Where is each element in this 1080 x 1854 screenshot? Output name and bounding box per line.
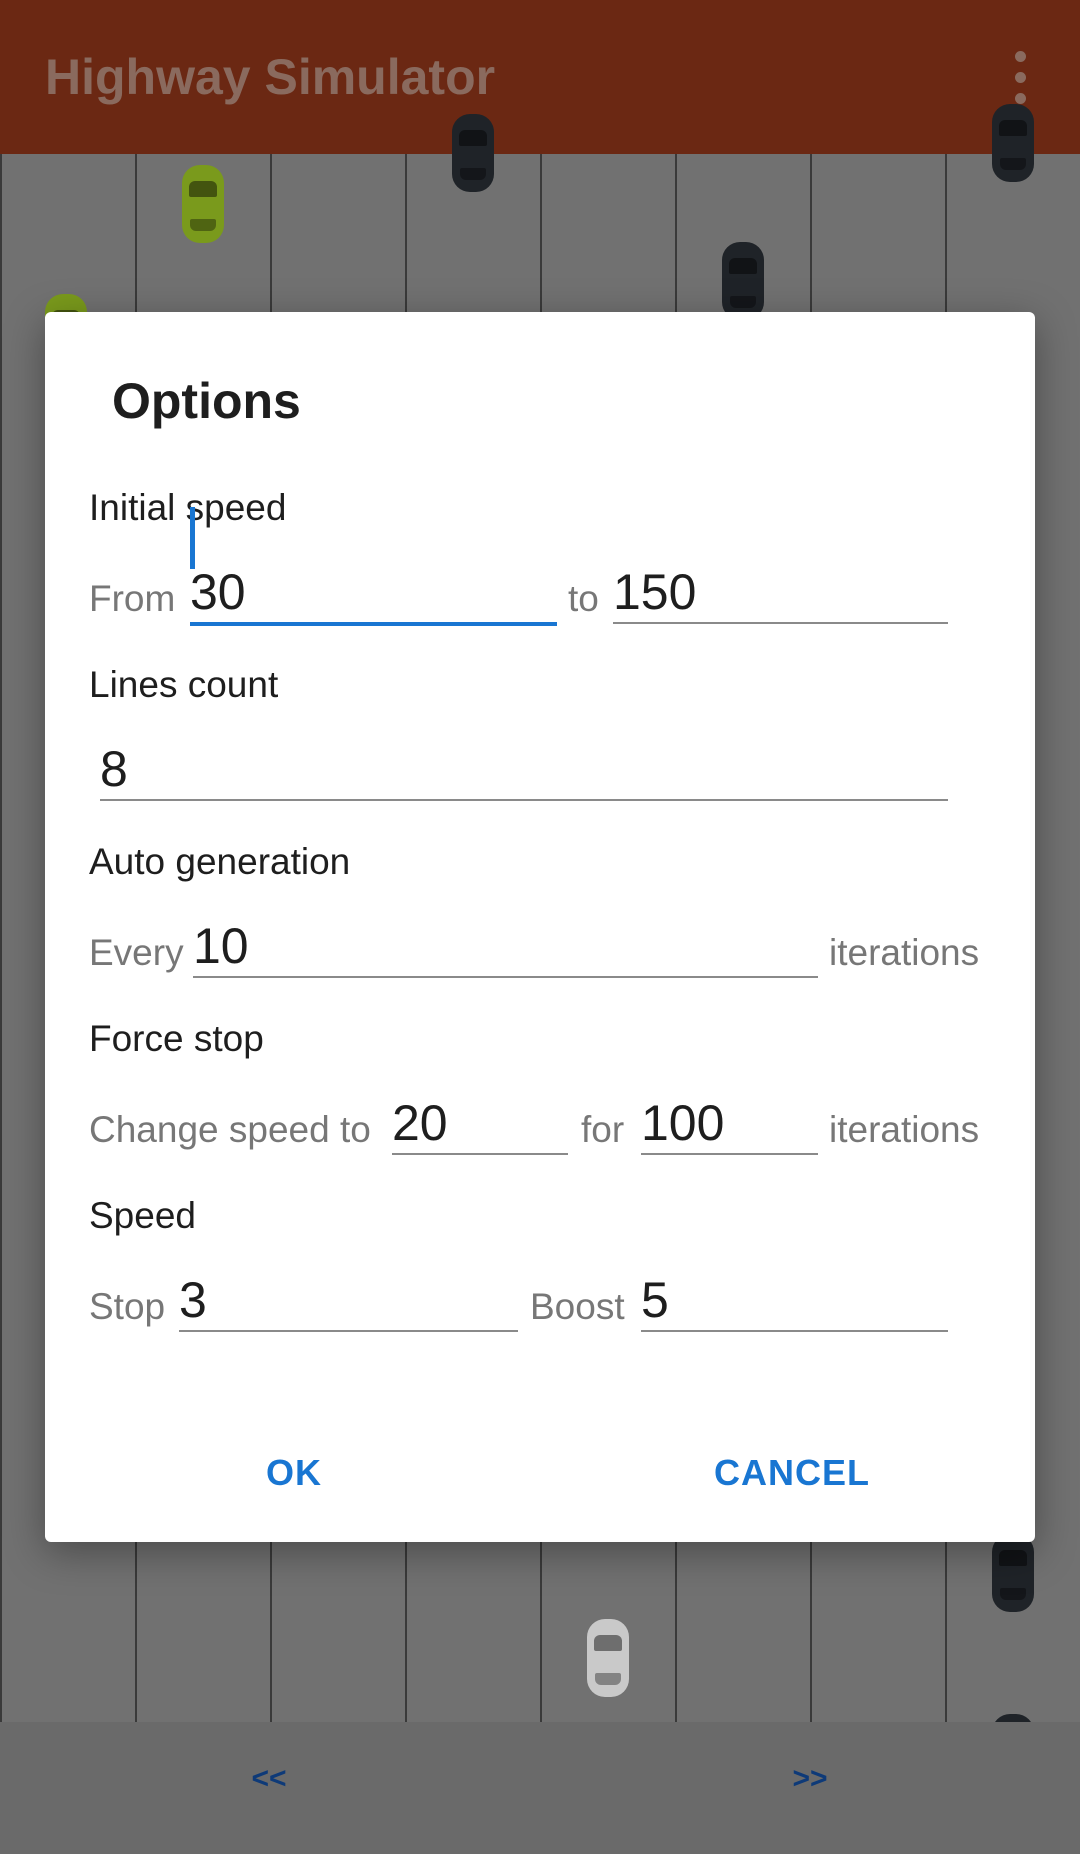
stop-speed-field[interactable] — [179, 1270, 518, 1332]
to-label: to — [568, 578, 599, 619]
auto-generation-label: Auto generation — [89, 841, 351, 882]
initial-speed-label: Initial speed — [89, 487, 287, 528]
force-stop-iterations-field[interactable] — [641, 1093, 818, 1155]
change-speed-label: Change speed to — [89, 1109, 371, 1150]
text-cursor — [190, 507, 195, 569]
boost-speed-field[interactable] — [641, 1270, 948, 1332]
lines-count-field[interactable] — [100, 739, 948, 801]
speed-label: Speed — [89, 1195, 196, 1236]
dialog-title: Options — [112, 373, 301, 429]
stop-label: Stop — [89, 1286, 166, 1327]
auto-generation-field[interactable] — [193, 916, 818, 978]
for-label: for — [581, 1109, 625, 1150]
ok-button[interactable]: OK — [266, 1452, 322, 1494]
every-label: Every — [89, 932, 184, 973]
from-label: From — [89, 578, 176, 619]
cancel-button[interactable]: CANCEL — [714, 1452, 870, 1494]
boost-label: Boost — [530, 1286, 625, 1327]
initial-speed-from-field[interactable] — [190, 562, 557, 626]
force-stop-iterations-label: iterations — [829, 1109, 980, 1150]
lines-count-label: Lines count — [89, 664, 279, 705]
options-dialog: Options Initial speed From to Lines coun… — [45, 312, 1035, 1542]
initial-speed-to-field[interactable] — [613, 562, 948, 624]
force-stop-speed-field[interactable] — [392, 1093, 568, 1155]
auto-generation-iterations-label: iterations — [829, 932, 980, 973]
force-stop-label: Force stop — [89, 1018, 264, 1059]
